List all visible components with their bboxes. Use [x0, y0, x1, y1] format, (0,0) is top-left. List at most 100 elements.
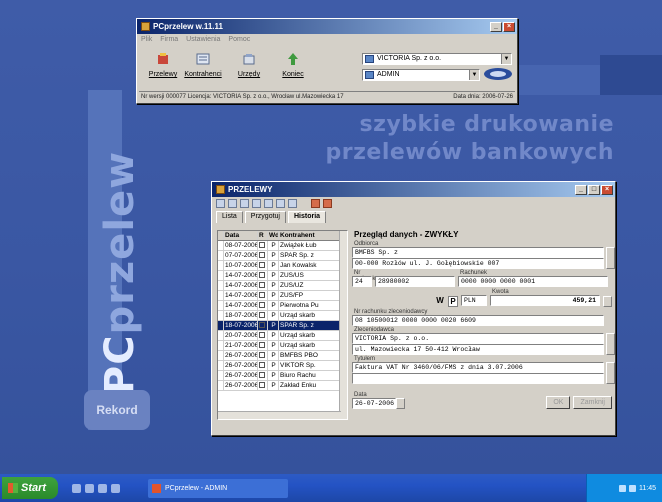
print-icon[interactable] [264, 199, 273, 208]
beneficiary-picker-button[interactable] [606, 247, 615, 269]
table-row[interactable]: 26-07-2006 P VIKTOR Sp. [218, 361, 347, 371]
calendar-icon[interactable] [396, 398, 405, 409]
koniec-button[interactable]: Koniec [273, 50, 313, 88]
edit-icon[interactable] [228, 199, 237, 208]
minimize-button[interactable]: _ [490, 21, 502, 32]
row-checkbox[interactable] [259, 352, 265, 358]
row-checkbox[interactable] [259, 262, 265, 268]
col-kontrahent[interactable]: Kontrahent [279, 231, 341, 240]
sender-picker-button[interactable] [606, 333, 615, 355]
new-icon[interactable] [216, 199, 225, 208]
minimize-button[interactable]: _ [575, 184, 587, 195]
tab-historia[interactable]: Historia [287, 211, 327, 223]
company-select[interactable]: VICTORIA Sp. z o.o. ▼ [362, 53, 512, 65]
date-field[interactable]: 26-07-2006 [352, 398, 396, 409]
amount-field[interactable]: 459,21 [490, 295, 600, 306]
chevron-down-icon[interactable]: ▼ [501, 54, 511, 64]
tray-icon[interactable] [629, 484, 636, 492]
col-wd[interactable]: Wd [268, 231, 279, 240]
tab-lista[interactable]: Lista [216, 211, 243, 223]
status-license: Nr wersji 000077 Licencja: VICTORIA Sp. … [141, 93, 344, 100]
close-button[interactable]: × [601, 184, 613, 195]
row-checkbox[interactable] [259, 362, 265, 368]
bank-code-field[interactable]: 24 [352, 276, 372, 287]
row-checkbox[interactable] [259, 332, 265, 338]
row-checkbox[interactable] [259, 382, 265, 388]
table-row[interactable]: 14-07-2006 P Pierwotna Pu [218, 301, 347, 311]
table-row[interactable]: 14-07-2006 P ZUS/US [218, 271, 347, 281]
row-checkbox[interactable] [259, 292, 265, 298]
user-select[interactable]: ADMIN ▼ [362, 69, 480, 81]
table-row[interactable]: 26-07-2006 P Biuro Rachu [218, 371, 347, 381]
row-checkbox[interactable] [259, 372, 265, 378]
przelewy-button[interactable]: Przelewy [143, 50, 183, 88]
account-number-field[interactable]: 0000 0000 0000 0001 [458, 276, 608, 287]
tagline-line-2: przelewów bankowych [325, 140, 614, 165]
close-button[interactable]: × [503, 21, 515, 32]
przelewy-titlebar[interactable]: PRZELEWY _ □ × [212, 182, 615, 197]
row-checkbox[interactable] [259, 272, 265, 278]
exit-icon[interactable] [323, 199, 332, 208]
cell-date: 14-07-2006 [225, 271, 258, 280]
export-icon[interactable] [311, 199, 320, 208]
currency-field[interactable]: PLN [461, 295, 487, 306]
search-icon[interactable] [276, 199, 285, 208]
title-line-2-field[interactable] [352, 373, 604, 384]
horizontal-scrollbar[interactable] [218, 411, 341, 419]
table-row[interactable]: 21-07-2006 P Urząd skarb [218, 341, 347, 351]
quick-launch-icon[interactable] [98, 483, 107, 493]
calculator-button[interactable] [603, 296, 612, 307]
table-row[interactable]: 14-07-2006 P ZUS/UZ [218, 281, 347, 291]
table-row[interactable]: 26-07-2006 P Zakład Enku [218, 381, 347, 391]
quick-launch-icon[interactable] [85, 483, 94, 493]
beneficiary-address-field[interactable]: 00-000 Rozłów ul. J. Gołębiowskie 007 [352, 258, 604, 269]
cell-r [258, 281, 268, 290]
beneficiary-name-field[interactable]: BMFBS Sp. z [352, 247, 604, 258]
sender-account-field[interactable]: 08 10500012 0000 0000 0020 6609 [352, 315, 604, 326]
tab-przygotuj[interactable]: Przygotuj [244, 211, 286, 223]
menu-item-plik[interactable]: Plik [141, 36, 152, 43]
launcher-titlebar[interactable]: PCprzelew w.11.11 _ × [137, 19, 517, 34]
start-button[interactable]: Start [2, 477, 58, 499]
close-dialog-button[interactable]: Zamknij [573, 396, 612, 409]
table-row[interactable]: 10-07-2006 P Jan Kowalsk [218, 261, 347, 271]
row-checkbox[interactable] [259, 302, 265, 308]
row-checkbox[interactable] [259, 322, 265, 328]
table-row[interactable]: 08-07-2006 P Zwiążek Łub [218, 241, 347, 251]
p-marker[interactable]: P [448, 296, 458, 307]
filter-icon[interactable] [288, 199, 297, 208]
taskbar-app-button[interactable]: PCprzelew - ADMIN [148, 478, 288, 498]
bank-id-field[interactable]: 28980002 [375, 276, 455, 287]
copy-icon[interactable] [240, 199, 249, 208]
chevron-down-icon[interactable]: ▼ [469, 70, 479, 80]
table-row[interactable]: 07-07-2006 P SPAR Sp. z [218, 251, 347, 261]
quick-launch-icon[interactable] [72, 483, 81, 493]
maximize-button[interactable]: □ [588, 184, 600, 195]
sender-name-field[interactable]: VICTORIA Sp. z o.o. [352, 333, 604, 344]
row-checkbox[interactable] [259, 252, 265, 258]
menu-item-pomoc[interactable]: Pomoc [228, 36, 250, 43]
row-checkbox[interactable] [259, 312, 265, 318]
kontrahenci-button[interactable]: Kontrahenci [183, 50, 223, 88]
sender-address-field[interactable]: ul. Mazowiecka 17 50-412 Wrocław [352, 344, 604, 355]
menu-item-firma[interactable]: Firma [160, 36, 178, 43]
table-row[interactable]: 18-07-2006 P Urząd skarb [218, 311, 347, 321]
col-data[interactable]: Data [224, 231, 258, 240]
vertical-scrollbar[interactable] [339, 231, 347, 419]
row-checkbox[interactable] [259, 282, 265, 288]
table-row[interactable]: 26-07-2006 P BMFBS PBO [218, 351, 347, 361]
row-checkbox[interactable] [259, 242, 265, 248]
tray-icon[interactable] [619, 484, 626, 492]
col-r[interactable]: R [258, 231, 268, 240]
row-checkbox[interactable] [259, 342, 265, 348]
delete-icon[interactable] [252, 199, 261, 208]
urzedy-button[interactable]: Urzędy [229, 50, 269, 88]
ok-button[interactable]: OK [546, 396, 571, 409]
table-row[interactable]: 18-07-2006 P SPAR Sp. z [218, 321, 347, 331]
title-line-1-field[interactable]: Faktura VAT Nr 3460/06/FMS z dnia 3.07.2… [352, 362, 604, 373]
title-picker-button[interactable] [606, 362, 615, 384]
table-row[interactable]: 14-07-2006 P ZUS/FP [218, 291, 347, 301]
menu-item-ustawienia[interactable]: Ustawienia [186, 36, 220, 43]
quick-launch-icon[interactable] [111, 483, 120, 493]
table-row[interactable]: 20-07-2006 P Urząd skarb [218, 331, 347, 341]
